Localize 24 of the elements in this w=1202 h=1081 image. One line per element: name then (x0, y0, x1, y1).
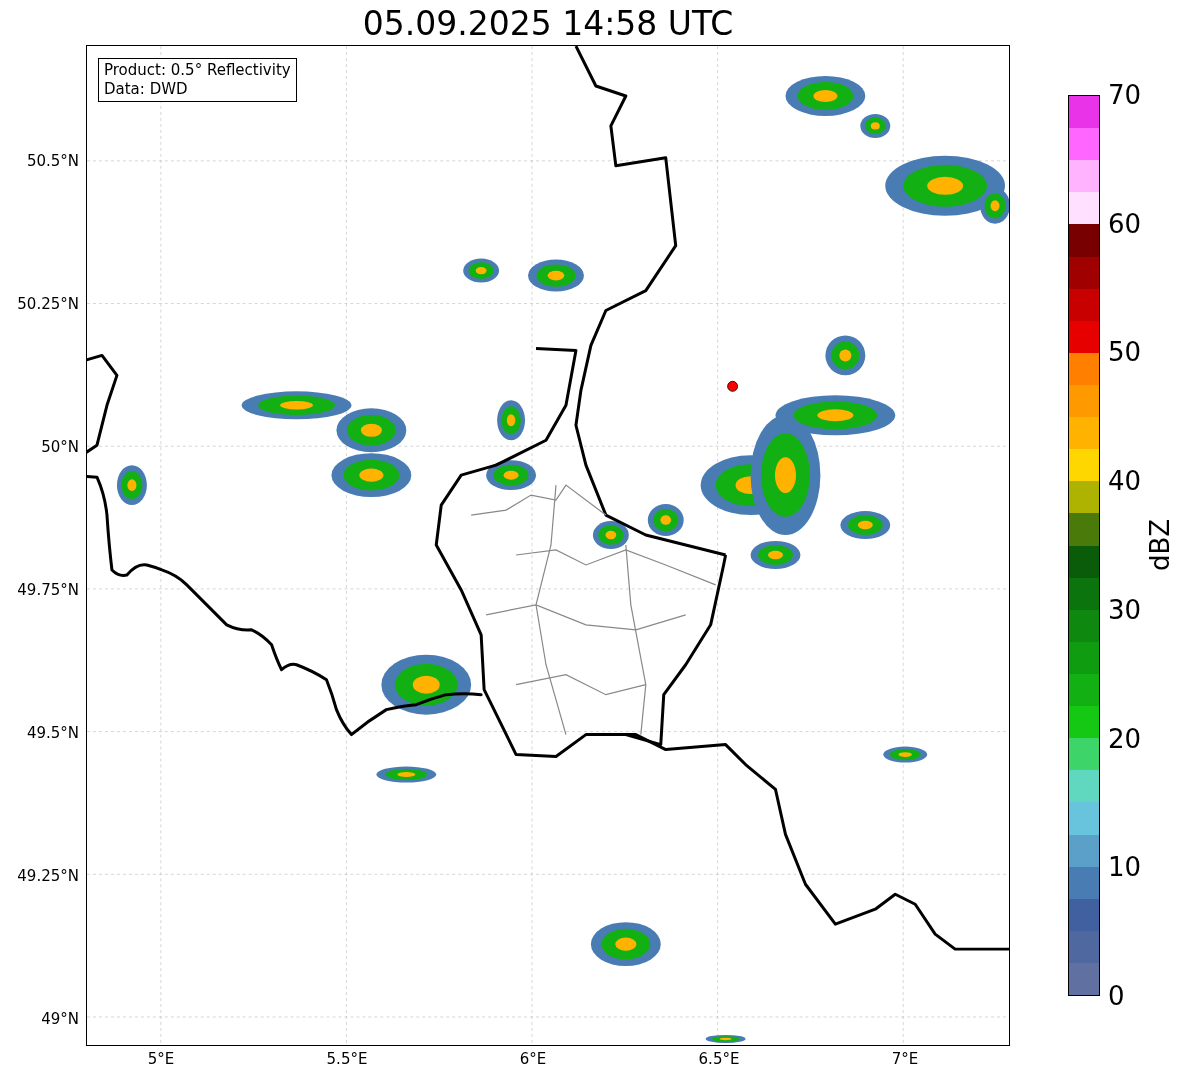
tick-label: 50.5°N (26, 152, 79, 170)
tick-label: 49.5°N (26, 724, 79, 742)
tick-label: 60 (1108, 208, 1142, 239)
axis-label: dBZ (1145, 518, 1175, 572)
tick-label: 10 (1108, 852, 1142, 883)
tick-label: 40 (1108, 466, 1142, 497)
legend-text: Product: 0.5° Reflectivity (104, 61, 291, 80)
tick-label: 20 (1108, 723, 1142, 754)
tick-label: 0 (1108, 981, 1125, 1011)
tick-label: 49°N (41, 1010, 79, 1028)
tick-label: 7°E (891, 1050, 919, 1068)
tick-label: 6.5°E (698, 1050, 740, 1068)
tick-label: 6°E (519, 1050, 547, 1068)
tick-label: 5°E (147, 1050, 175, 1068)
tick-label: 30 (1108, 594, 1142, 625)
tick-label: 5.5°E (326, 1050, 368, 1068)
legend-text: Data: DWD (104, 80, 189, 99)
tick-label: 50°N (41, 438, 79, 456)
tick-label: 49.75°N (17, 581, 79, 599)
tick-label: 70 (1108, 80, 1142, 110)
tick-label: 49.25°N (17, 867, 79, 885)
tick-label: 50.25°N (17, 295, 79, 313)
tick-label: 50 (1108, 337, 1142, 368)
chart-title: 05.09.2025 14:58 UTC (361, 3, 735, 45)
